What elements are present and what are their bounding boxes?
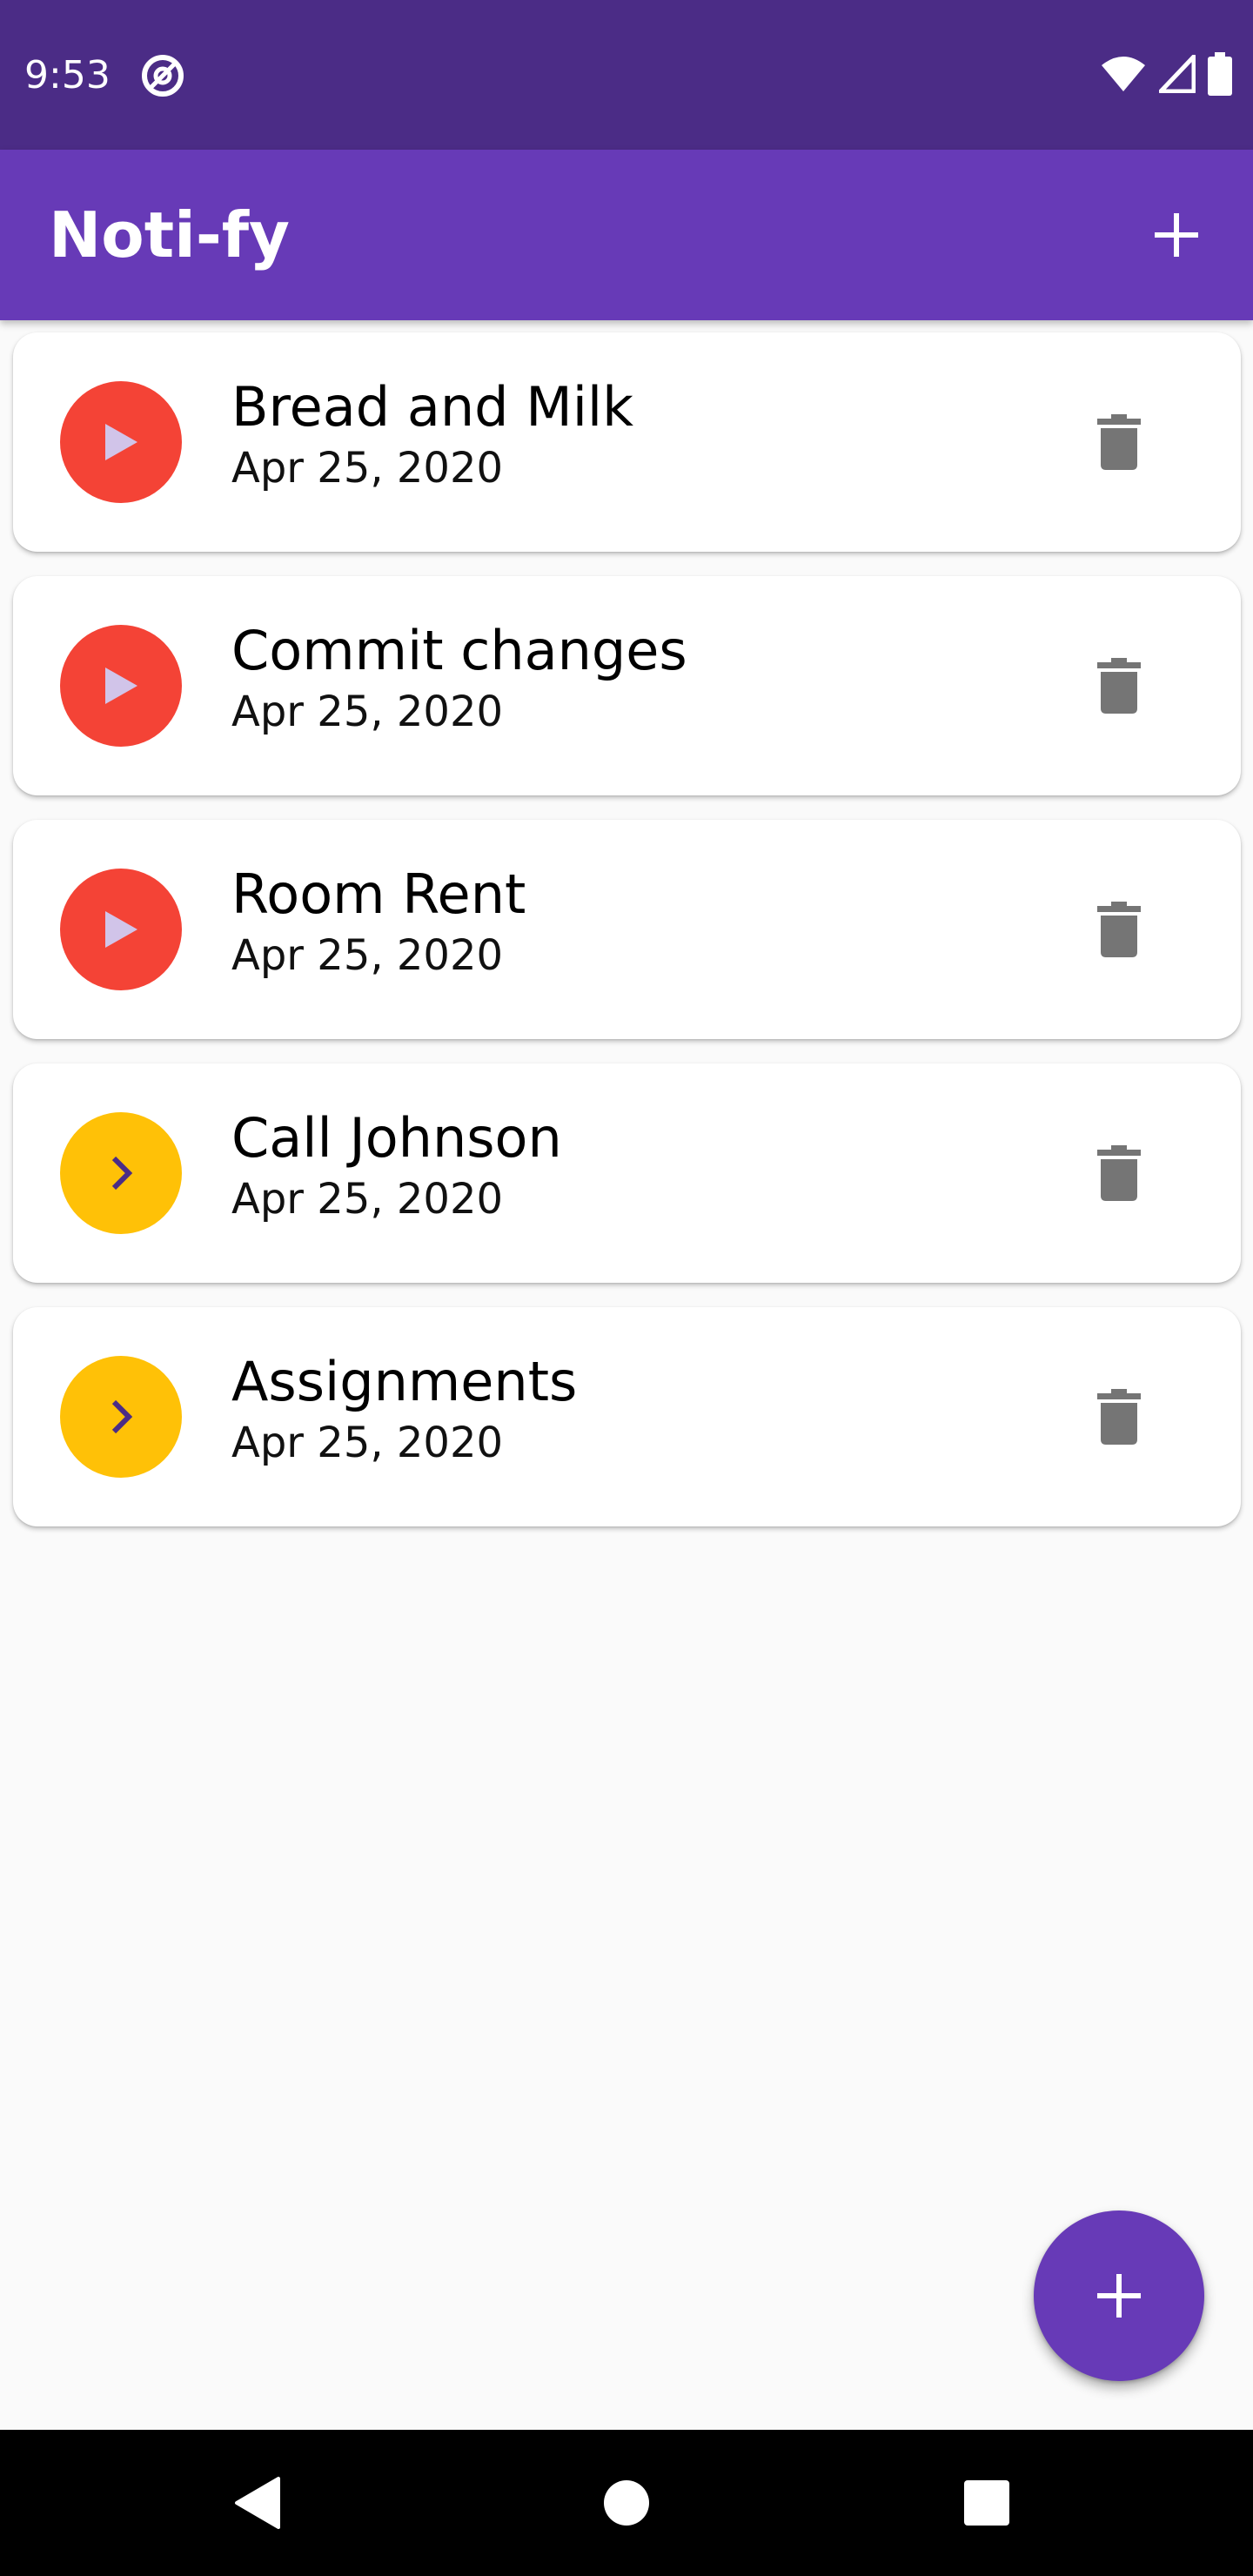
note-status-avatar [60, 381, 182, 503]
status-bar: 9:53 [0, 0, 1253, 150]
note-date: Apr 25, 2020 [231, 931, 504, 980]
status-time: 9:53 [24, 53, 111, 97]
note-text: Room Rent Apr 25, 2020 [231, 860, 1015, 982]
note-list: Bread and Milk Apr 25, 2020 Commit changes… [13, 332, 1241, 1551]
note-card[interactable]: Commit changes Apr 25, 2020 [13, 576, 1241, 795]
note-status-avatar [60, 869, 182, 990]
note-date: Apr 25, 2020 [231, 688, 504, 736]
cell-signal-icon [1158, 54, 1196, 97]
delete-button[interactable] [1084, 895, 1154, 964]
delete-icon [1097, 1145, 1141, 1201]
add-note-button[interactable] [1142, 200, 1211, 270]
back-button[interactable] [223, 2468, 292, 2538]
play-icon [105, 667, 137, 704]
note-title: Call Johnson [231, 1106, 562, 1170]
delete-button[interactable] [1084, 407, 1154, 477]
play-icon [105, 911, 137, 948]
delete-button[interactable] [1084, 651, 1154, 721]
add-icon [1097, 2274, 1141, 2318]
add-icon [1155, 213, 1198, 257]
chevron-right-icon [111, 1156, 133, 1191]
app-title: Noti-fy [49, 198, 290, 272]
status-icons [1100, 52, 1232, 99]
delete-button[interactable] [1084, 1138, 1154, 1208]
note-status-avatar [60, 1356, 182, 1478]
fab-add-button[interactable] [1034, 2210, 1204, 2381]
delete-icon [1097, 1389, 1141, 1445]
recents-button[interactable] [952, 2468, 1022, 2538]
note-date: Apr 25, 2020 [231, 444, 504, 493]
delete-icon [1097, 658, 1141, 714]
home-icon [604, 2480, 649, 2526]
system-nav-bar [0, 2430, 1253, 2576]
delete-button[interactable] [1084, 1382, 1154, 1452]
delete-icon [1097, 902, 1141, 957]
note-card[interactable]: Call Johnson Apr 25, 2020 [13, 1063, 1241, 1283]
delete-icon [1097, 414, 1141, 470]
note-text: Commit changes Apr 25, 2020 [231, 616, 1015, 738]
note-text: Call Johnson Apr 25, 2020 [231, 1104, 1015, 1225]
chevron-right-icon [111, 1399, 133, 1434]
back-icon [235, 2477, 280, 2529]
app-bar: Noti-fy [0, 150, 1253, 320]
recents-icon [964, 2480, 1009, 2526]
note-status-avatar [60, 1112, 182, 1234]
sync-at-icon [139, 52, 186, 99]
note-card[interactable]: Bread and Milk Apr 25, 2020 [13, 332, 1241, 552]
note-text: Assignments Apr 25, 2020 [231, 1347, 1015, 1469]
note-title: Bread and Milk [231, 375, 634, 439]
note-title: Room Rent [231, 862, 526, 926]
note-status-avatar [60, 625, 182, 747]
note-title: Commit changes [231, 619, 687, 682]
home-button[interactable] [592, 2468, 661, 2538]
battery-icon [1208, 52, 1232, 99]
play-icon [105, 424, 137, 460]
note-date: Apr 25, 2020 [231, 1419, 504, 1467]
wifi-icon [1100, 55, 1147, 97]
note-card[interactable]: Room Rent Apr 25, 2020 [13, 820, 1241, 1039]
note-date: Apr 25, 2020 [231, 1175, 504, 1224]
note-card[interactable]: Assignments Apr 25, 2020 [13, 1307, 1241, 1526]
note-text: Bread and Milk Apr 25, 2020 [231, 372, 1015, 494]
note-title: Assignments [231, 1350, 578, 1413]
